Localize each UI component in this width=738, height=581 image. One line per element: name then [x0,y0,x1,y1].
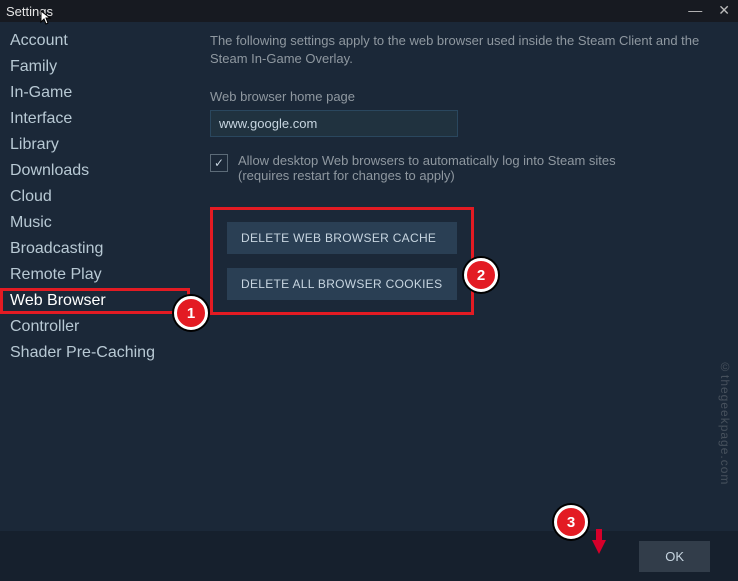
delete-cache-button[interactable]: DELETE WEB BROWSER CACHE [227,222,457,254]
highlighted-buttons-box: DELETE WEB BROWSER CACHE DELETE ALL BROW… [210,207,474,315]
watermark-text: ©thegeekpage.com [718,360,732,485]
annotation-arrow-3-head [592,540,606,554]
footer-bar: OK [0,531,738,581]
sidebar-item-web-browser[interactable]: Web Browser [0,288,190,314]
window-title: Settings [6,4,53,19]
annotation-badge-2: 2 [464,258,498,292]
sidebar-item-music[interactable]: Music [0,210,190,236]
title-bar: Settings — ✕ [0,0,738,22]
settings-sidebar: Account Family In-Game Interface Library… [0,22,190,521]
ok-button[interactable]: OK [639,541,710,572]
sidebar-item-interface[interactable]: Interface [0,106,190,132]
sidebar-item-broadcasting[interactable]: Broadcasting [0,236,190,262]
sidebar-item-family[interactable]: Family [0,54,190,80]
pane-description: The following settings apply to the web … [210,32,718,67]
minimize-button[interactable]: — [684,2,706,19]
homepage-input[interactable] [210,110,458,137]
close-button[interactable]: ✕ [714,2,734,19]
sidebar-item-shader-pre-caching[interactable]: Shader Pre-Caching [0,340,190,366]
sidebar-item-library[interactable]: Library [0,132,190,158]
sidebar-item-downloads[interactable]: Downloads [0,158,190,184]
sidebar-item-controller[interactable]: Controller [0,314,190,340]
delete-cookies-button[interactable]: DELETE ALL BROWSER COOKIES [227,268,457,300]
sidebar-item-in-game[interactable]: In-Game [0,80,190,106]
sidebar-item-cloud[interactable]: Cloud [0,184,190,210]
annotation-badge-3: 3 [554,505,588,539]
sidebar-item-account[interactable]: Account [0,28,190,54]
sidebar-item-remote-play[interactable]: Remote Play [0,262,190,288]
homepage-label: Web browser home page [210,89,718,104]
auto-login-label: Allow desktop Web browsers to automatica… [238,153,616,183]
auto-login-checkbox[interactable]: ✓ [210,154,228,172]
annotation-badge-1: 1 [174,296,208,330]
